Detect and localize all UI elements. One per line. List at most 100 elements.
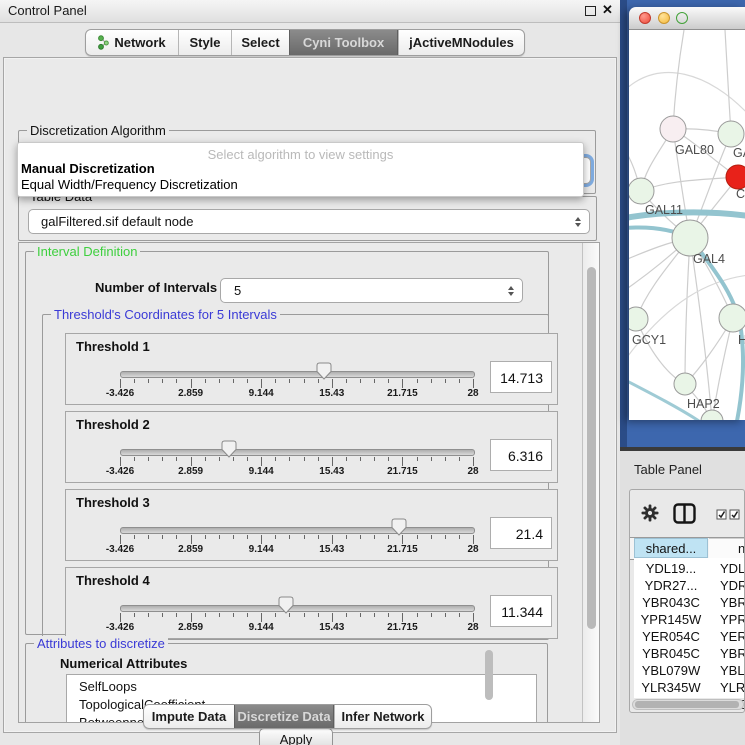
tab-select[interactable]: Select: [231, 30, 289, 55]
checkbox-icon[interactable]: [716, 509, 727, 520]
close-traffic-light-icon[interactable]: [639, 12, 651, 24]
table-row[interactable]: YDR27... YDR2: [634, 577, 745, 594]
zoom-traffic-light-icon[interactable]: [676, 12, 688, 24]
table-row[interactable]: YBR043C YBR0: [634, 594, 745, 611]
table-hscrollbar-thumb[interactable]: [635, 701, 739, 708]
threshold-value-field[interactable]: 6.316: [490, 439, 552, 471]
table-row[interactable]: YLR345W YLR3: [634, 679, 745, 696]
slider-thumb[interactable]: [278, 596, 294, 614]
minimize-traffic-light-icon[interactable]: [658, 12, 670, 24]
cp-content: Discretization Algorithm Select algorith…: [3, 57, 617, 733]
tick-mark: [360, 613, 361, 617]
cell-name[interactable]: YBL0: [720, 662, 745, 679]
apply-button[interactable]: Apply: [259, 728, 333, 745]
settings-scrollbar-thumb[interactable]: [587, 267, 596, 629]
network-node-hap2[interactable]: [674, 373, 696, 395]
tick-mark: [120, 379, 121, 388]
table-row[interactable]: YER054C YER0: [634, 628, 745, 645]
cell-name[interactable]: YDR2: [720, 577, 745, 594]
column-header-shared[interactable]: shared...: [634, 538, 708, 558]
cell-shared-name[interactable]: YBR043C: [634, 594, 708, 611]
slider-thumb[interactable]: [391, 518, 407, 536]
num-intervals-spinner[interactable]: 5: [220, 278, 523, 303]
table-panel-title: Table Panel: [634, 462, 702, 477]
node-label: C: [736, 187, 745, 201]
table-hscrollbar[interactable]: [632, 699, 744, 710]
tick-mark: [191, 379, 192, 388]
dropdown-option[interactable]: Equal Width/Frequency Discretization: [21, 177, 238, 192]
cell-name[interactable]: YLR3: [720, 679, 745, 696]
attributes-list-scrollbar[interactable]: [485, 650, 493, 700]
cell-shared-name[interactable]: YLR345W: [634, 679, 708, 696]
tick-mark: [261, 613, 262, 622]
network-node-ga[interactable]: [718, 121, 744, 147]
tab-network[interactable]: Network: [86, 30, 178, 55]
column-header-name[interactable]: n: [709, 538, 745, 558]
slider-thumb[interactable]: [221, 440, 237, 458]
threshold-value-field[interactable]: 11.344: [490, 595, 552, 627]
axis-label: 9.144: [239, 466, 283, 477]
tab-impute-data[interactable]: Impute Data: [144, 705, 234, 728]
cell-shared-name[interactable]: YPR145W: [634, 611, 708, 628]
network-edge[interactable]: [641, 177, 738, 191]
slider-thumb[interactable]: [316, 362, 332, 380]
settings-scrollbar[interactable]: [582, 243, 600, 723]
attribute-list-item[interactable]: SelfLoops: [67, 675, 536, 696]
cell-shared-name[interactable]: YER054C: [634, 628, 708, 645]
cell-shared-name[interactable]: YDR27...: [634, 577, 708, 594]
gear-icon[interactable]: [641, 504, 659, 522]
tab-infer-network[interactable]: Infer Network: [334, 705, 431, 728]
tick-mark: [261, 457, 262, 466]
cell-name[interactable]: YER0: [720, 628, 745, 645]
network-node[interactable]: [701, 410, 723, 420]
cell-name[interactable]: YBR0: [720, 594, 745, 611]
float-window-icon[interactable]: [585, 6, 596, 16]
cell-shared-name[interactable]: YBR045C: [634, 645, 708, 662]
network-window-titlebar[interactable]: [629, 7, 745, 30]
table-row[interactable]: YPR145W YPR1: [634, 611, 745, 628]
network-edge[interactable]: [725, 30, 731, 134]
dropdown-option[interactable]: Manual Discretization: [21, 161, 155, 176]
network-edge[interactable]: [673, 30, 684, 129]
table-data-combobox[interactable]: galFiltered.sif default node: [28, 209, 590, 234]
threshold-value-field[interactable]: 21.4: [490, 517, 552, 549]
column-layout-icon[interactable]: [673, 503, 696, 524]
network-node-gal4[interactable]: [672, 220, 708, 256]
network-node-gal80[interactable]: [660, 116, 686, 142]
tab-style[interactable]: Style: [178, 30, 231, 55]
network-canvas[interactable]: GAL80GACGAL11GAL4GCY1HHAP2: [629, 30, 745, 420]
tick-mark: [445, 535, 446, 539]
threshold-slider[interactable]: [120, 449, 475, 456]
cell-shared-name[interactable]: YBL079W: [634, 662, 708, 679]
cell-name[interactable]: YDL1: [720, 560, 745, 577]
cell-name[interactable]: YBR0: [720, 645, 745, 662]
checkbox-icon[interactable]: [729, 509, 740, 520]
axis-label: 21.715: [380, 544, 424, 555]
threshold-slider[interactable]: [120, 605, 475, 612]
tab-jactivemnodules[interactable]: jActiveMNodules: [398, 30, 524, 55]
numerical-attributes-label: Numerical Attributes: [60, 656, 187, 671]
network-node-gal11[interactable]: [629, 178, 654, 204]
table-row[interactable]: YDL19... YDL1: [634, 560, 745, 577]
tick-mark: [205, 379, 206, 383]
tab-cyni-toolbox[interactable]: Cyni Toolbox: [289, 30, 398, 55]
close-icon[interactable]: ✕: [602, 2, 613, 18]
table-header: shared... n: [630, 537, 745, 560]
cell-name[interactable]: YPR1: [720, 611, 745, 628]
tick-mark: [191, 457, 192, 466]
threshold-slider[interactable]: [120, 527, 475, 534]
network-node-c[interactable]: [726, 165, 745, 189]
tick-mark: [332, 379, 333, 388]
cell-shared-name[interactable]: YDL19...: [634, 560, 708, 577]
table-row[interactable]: YBR045C YBR0: [634, 645, 745, 662]
network-edge[interactable]: [685, 238, 690, 384]
axis-label: 2.859: [169, 622, 213, 633]
panel-title: Control Panel: [8, 3, 87, 18]
threshold-value-field[interactable]: 14.713: [490, 361, 552, 393]
table-row[interactable]: YBL079W YBL0: [634, 662, 745, 679]
network-node-gcy1[interactable]: [629, 307, 648, 331]
network-node-h[interactable]: [719, 304, 745, 332]
tab-discretize-data[interactable]: Discretize Data: [234, 705, 334, 728]
threshold-slider[interactable]: [120, 371, 475, 378]
tick-mark: [162, 379, 163, 383]
